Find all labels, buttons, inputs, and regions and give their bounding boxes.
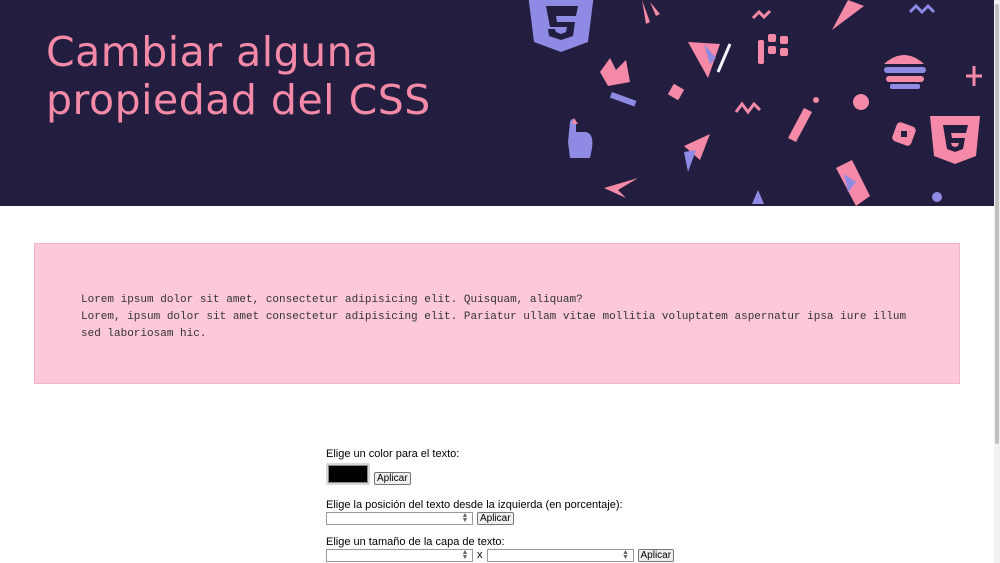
spinner-arrows-icon[interactable]: ▲ ▼ xyxy=(460,512,470,524)
controls-form: Elige un color para el texto: Aplicar El… xyxy=(326,448,726,562)
apply-color-button[interactable]: Aplicar xyxy=(374,472,411,485)
crown-icon xyxy=(600,58,637,107)
pencil-icon xyxy=(788,97,819,142)
position-control: Elige la posición del texto desde la izq… xyxy=(326,499,726,525)
diamond-icon xyxy=(667,83,685,101)
pen-nib-icon xyxy=(832,0,864,30)
size-separator: x xyxy=(477,549,483,561)
burger-icon xyxy=(884,55,926,89)
text-line-2: Lorem, ipsum dolor sit amet consectetur … xyxy=(81,311,907,340)
color-control: Elige un color para el texto: Aplicar xyxy=(326,448,726,485)
boomerang-icon xyxy=(604,178,638,198)
position-input[interactable]: ▲ ▼ xyxy=(326,512,473,525)
page-title: Cambiar alguna propiedad del CSS xyxy=(46,28,431,124)
scrollbar-thumb[interactable] xyxy=(995,4,999,444)
apply-size-button[interactable]: Aplicar xyxy=(637,549,675,562)
size-label: Elige un tamaño de la capa de texto: xyxy=(326,536,505,548)
decorative-icons xyxy=(528,0,982,206)
spinner-arrows-icon[interactable]: ▲ ▼ xyxy=(621,549,631,561)
arrow-icon xyxy=(642,0,660,24)
height-input[interactable]: ▲ ▼ xyxy=(486,549,634,562)
squiggle-icon xyxy=(734,101,762,115)
page-title-line-2: propiedad del CSS xyxy=(46,76,431,124)
width-input[interactable]: ▲ ▼ xyxy=(326,549,473,562)
squiggle-icon xyxy=(751,9,772,20)
header-banner: Cambiar alguna propiedad del CSS xyxy=(0,0,994,206)
drop-icon xyxy=(752,190,764,204)
scrollbar[interactable] xyxy=(994,0,1000,563)
plus-icon xyxy=(966,66,982,86)
paper-plane-icon xyxy=(688,42,720,78)
page-title-line-1: Cambiar alguna xyxy=(46,28,379,76)
position-label: Elige la posición del texto desde la izq… xyxy=(326,499,623,511)
apply-position-button[interactable]: Aplicar xyxy=(477,512,514,525)
text-line-1: Lorem ipsum dolor sit amet, consectetur … xyxy=(81,294,583,306)
css3-shield-icon xyxy=(528,0,594,52)
squiggle-icon xyxy=(908,3,936,15)
pointer-hand-icon xyxy=(568,118,593,158)
grid-icon xyxy=(758,34,788,64)
color-picker[interactable] xyxy=(326,463,370,485)
pen-nib-icon xyxy=(836,160,870,206)
spinner-arrows-icon[interactable]: ▲ ▼ xyxy=(460,549,470,561)
slash-icon xyxy=(716,43,732,73)
dot-icon xyxy=(853,94,869,110)
dot-icon xyxy=(932,192,942,202)
text-box-content: Lorem ipsum dolor sit amet, consectetur … xyxy=(81,292,921,343)
css3-shield-icon xyxy=(930,116,980,164)
size-control: Elige un tamaño de la capa de texto: ▲ ▼ … xyxy=(326,536,726,562)
text-box: Lorem ipsum dolor sit amet, consectetur … xyxy=(34,243,960,384)
color-label: Elige un color para el texto: xyxy=(326,448,460,460)
